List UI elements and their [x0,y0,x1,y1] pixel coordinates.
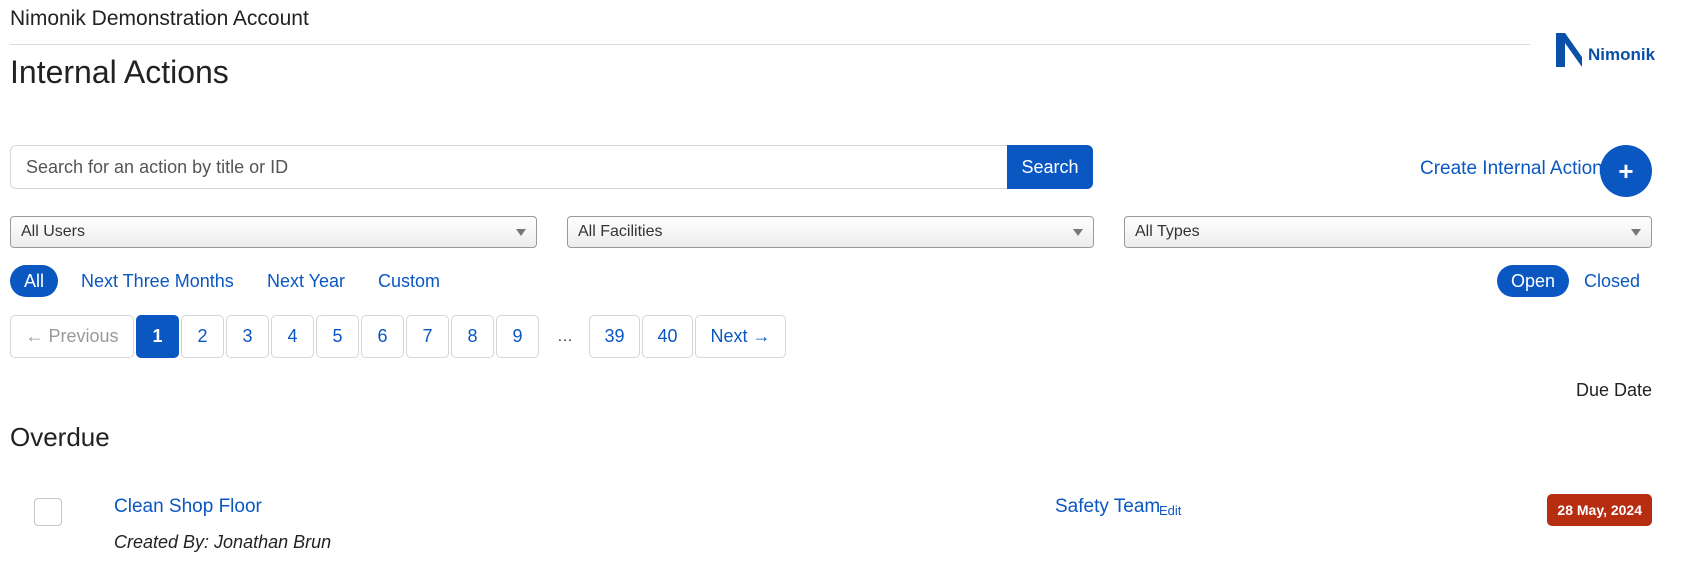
chevron-down-icon [1073,229,1083,236]
due-date-badge: 28 May, 2024 [1547,494,1652,526]
account-name: Nimonik Demonstration Account [10,7,309,30]
page-button-39[interactable]: 39 [589,315,640,358]
facilities-filter-value: All Facilities [578,223,663,240]
page-button-5[interactable]: 5 [316,315,359,358]
status-open[interactable]: Open [1497,265,1570,297]
page-button-3[interactable]: 3 [226,315,269,358]
logo-text: Nimonik [1588,45,1656,64]
create-internal-action-link[interactable]: Create Internal Action [1420,158,1603,180]
filter-custom[interactable]: Custom [364,265,454,297]
page-button-9[interactable]: 9 [496,315,539,358]
page-button-1[interactable]: 1 [136,315,179,358]
next-page-button[interactable]: Next → [695,315,786,358]
section-title-overdue: Overdue [10,422,110,452]
page-button-8[interactable]: 8 [451,315,494,358]
chevron-down-icon [516,229,526,236]
search-button[interactable]: Search [1007,145,1093,189]
page-button-4[interactable]: 4 [271,315,314,358]
action-title-link[interactable]: Clean Shop Floor [114,496,262,518]
users-filter-select[interactable]: All Users [10,216,537,248]
due-date-sort-header[interactable]: Due Date [1576,380,1652,401]
action-team-link[interactable]: Safety Team [1055,496,1160,518]
previous-page-button[interactable]: ← Previous [10,315,134,358]
create-internal-action-button[interactable]: + [1600,145,1652,197]
filter-next-year[interactable]: Next Year [253,265,359,297]
pagination: ← Previous 1 2 3 4 5 6 7 8 9 … 39 40 Nex… [10,315,788,358]
search-input[interactable] [10,145,1007,189]
users-filter-value: All Users [21,223,86,240]
filter-all[interactable]: All [10,265,59,297]
search-bar: Search [10,145,1093,189]
header-divider [10,44,1530,45]
page-button-6[interactable]: 6 [361,315,404,358]
pagination-ellipsis: … [557,327,573,345]
types-filter-value: All Types [1135,223,1200,240]
action-created-by: Created By: Jonathan Brun [114,532,332,552]
page-button-40[interactable]: 40 [642,315,693,358]
page-button-2[interactable]: 2 [181,315,224,358]
facilities-filter-select[interactable]: All Facilities [567,216,1094,248]
chevron-down-icon [1631,229,1641,236]
status-closed[interactable]: Closed [1570,265,1654,297]
page-button-7[interactable]: 7 [406,315,449,358]
types-filter-select[interactable]: All Types [1124,216,1652,248]
filter-next-three-months[interactable]: Next Three Months [67,265,248,297]
nimonik-logo[interactable]: Nimonik [1556,32,1656,68]
nimonik-logo-icon [1556,33,1582,67]
plus-icon: + [1618,155,1634,186]
page-title: Internal Actions [10,54,229,90]
row-checkbox[interactable] [34,498,62,526]
edit-team-link[interactable]: Edit [1159,503,1181,518]
